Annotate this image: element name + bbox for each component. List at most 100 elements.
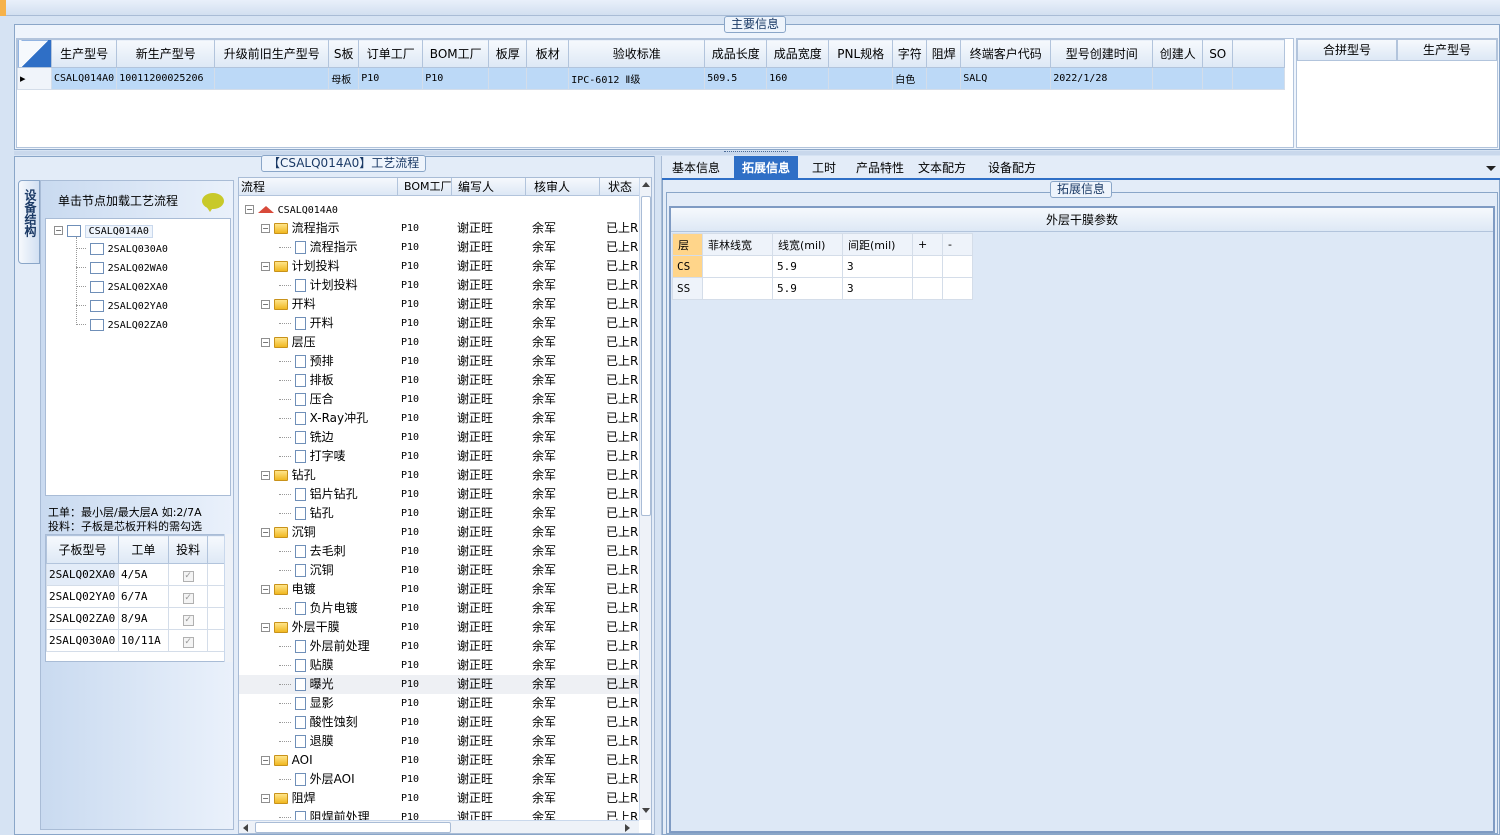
collapse-icon[interactable]: − [261,300,270,309]
material-checkbox[interactable]: ✓ [167,629,209,652]
sub-board-row[interactable]: 2SALQ02ZA0 8/9A ✓ [46,607,232,630]
sub-order-cell[interactable]: 6/7A [117,585,169,608]
main-header-9[interactable]: 成品长度 [704,39,768,68]
main-header-13[interactable]: 阻焊 [926,39,962,68]
flow-row[interactable]: 压合 P10 谢正旺 余军 已上RI [239,390,651,409]
material-checkbox[interactable]: ✓ [167,607,209,630]
row-arrow-icon[interactable]: ▸ [17,67,52,90]
checkbox-icon[interactable]: ✓ [182,636,194,648]
minus-cell[interactable] [942,277,973,300]
sub-order-cell[interactable]: 8/9A [117,607,169,630]
collapse-icon[interactable]: − [261,262,270,271]
scroll-thumb[interactable] [641,196,651,516]
main-header-11[interactable]: PNL规格 [828,39,894,68]
collapse-icon[interactable]: − [261,528,270,537]
merge-model-header[interactable]: 合拼型号 [1297,39,1397,61]
main-cell-1[interactable]: 10011200025206 [116,67,216,90]
sub-model-cell[interactable]: 2SALQ02YA0 [46,585,119,608]
bom-factory-col-header[interactable]: BOM工厂 [397,178,453,196]
flow-row[interactable]: − AOI P10 谢正旺 余军 已上RI [239,751,651,770]
param-header-4[interactable]: + [912,233,943,256]
splitter-grip-icon[interactable] [724,151,788,155]
scroll-left-arrow-icon[interactable] [243,824,248,832]
flow-row[interactable]: − 阻焊 P10 谢正旺 余军 已上RI [239,789,651,808]
main-header-17[interactable]: SO [1202,39,1234,68]
flow-row[interactable]: 沉铜 P10 谢正旺 余军 已上RI [239,561,651,580]
flow-row[interactable]: − 沉铜 P10 谢正旺 余军 已上RI [239,523,651,542]
flow-row[interactable]: − 钻孔 P10 谢正旺 余军 已上RI [239,466,651,485]
checkbox-icon[interactable]: ✓ [182,592,194,604]
flow-row[interactable]: 贴膜 P10 谢正旺 余军 已上RI [239,656,651,675]
collapse-icon[interactable]: − [261,338,270,347]
main-header-5[interactable]: BOM工厂 [422,39,490,68]
main-cell-12[interactable]: 白色 [892,67,928,90]
main-header-6[interactable]: 板厚 [488,39,528,68]
film-width-cell[interactable] [702,277,773,300]
device-tree-item[interactable]: 2SALQ030A0 [76,241,168,255]
sub-model-cell[interactable]: 2SALQ02ZA0 [46,607,119,630]
sub-board-scrollbar[interactable] [224,534,233,662]
collapse-icon[interactable]: − [261,623,270,632]
scroll-up-arrow-icon[interactable] [642,182,650,187]
flow-row[interactable]: 去毛刺 P10 谢正旺 余军 已上RI [239,542,651,561]
flow-row[interactable]: 计划投料 P10 谢正旺 余军 已上RI [239,276,651,295]
main-header-10[interactable]: 成品宽度 [766,39,830,68]
flow-row[interactable]: 铣边 P10 谢正旺 余军 已上RI [239,428,651,447]
flow-hscrollbar[interactable] [239,820,639,833]
main-header-12[interactable]: 字符 [892,39,928,68]
flow-row[interactable]: 外层前处理 P10 谢正旺 余军 已上RI [239,637,651,656]
film-width-cell[interactable] [702,255,773,278]
minus-cell[interactable] [942,255,973,278]
collapse-icon[interactable]: − [261,794,270,803]
flow-col-header[interactable]: 流程 [241,178,265,196]
main-cell-3[interactable]: 母板 [328,67,360,90]
production-model-header[interactable]: 生产型号 [1397,39,1497,61]
main-header-0[interactable]: 生产型号 [50,39,118,68]
line-width-cell[interactable]: 5.9 [772,255,843,278]
flow-row[interactable]: 预排 P10 谢正旺 余军 已上RI [239,352,651,371]
tab-5[interactable]: 设备配方 [980,156,1044,180]
main-cell-9[interactable]: 509.5 [704,67,768,90]
sub-model-cell[interactable]: 2SALQ030A0 [46,629,119,652]
flow-row[interactable]: 外层AOI P10 谢正旺 余军 已上RI [239,770,651,789]
flow-row[interactable]: − 开料 P10 谢正旺 余军 已上RI [239,295,651,314]
param-row[interactable]: CS 5.9 3 [672,255,973,278]
main-cell-0[interactable]: CSALQ014A0 [50,67,118,90]
main-cell-17[interactable] [1202,67,1234,90]
sub-model-cell[interactable]: 2SALQ02XA0 [46,563,119,586]
main-cell-11[interactable] [828,67,894,90]
main-cell-14[interactable]: SALQ [960,67,1052,90]
main-header-4[interactable]: 订单工厂 [358,39,424,68]
flow-tree-root[interactable]: − CSALQ014A0 [245,200,338,219]
param-row[interactable]: SS 5.9 3 [672,277,973,300]
flow-row[interactable]: − 层压 P10 谢正旺 余军 已上RI [239,333,651,352]
main-header-1[interactable]: 新生产型号 [116,39,216,68]
layer-cell[interactable]: SS [672,277,703,300]
main-header-15[interactable]: 型号创建时间 [1050,39,1154,68]
collapse-icon[interactable]: − [54,226,63,235]
checkbox-icon[interactable]: ✓ [182,570,194,582]
main-cell-8[interactable]: IPC-6012 Ⅱ级 [568,67,706,90]
tab-3[interactable]: 产品特性 [848,156,912,180]
flow-row[interactable]: 排板 P10 谢正旺 余军 已上RI [239,371,651,390]
flow-row[interactable]: 开料 P10 谢正旺 余军 已上RI [239,314,651,333]
main-cell-16[interactable] [1152,67,1204,90]
sub-board-row[interactable]: 2SALQ030A0 10/11A ✓ [46,629,232,652]
main-header-8[interactable]: 验收标准 [568,39,706,68]
tab-1[interactable]: 拓展信息 [734,156,799,180]
tab-4[interactable]: 文本配方 [910,156,974,180]
main-cell-15[interactable]: 2022/1/28 [1050,67,1154,90]
tab-0[interactable]: 基本信息 [664,156,728,180]
work-order-header[interactable]: 工单 [117,535,169,564]
main-cell-13[interactable] [926,67,962,90]
sub-order-cell[interactable]: 10/11A [117,629,169,652]
plus-cell[interactable] [912,255,943,278]
main-header-2[interactable]: 升级前旧生产型号 [214,39,330,68]
reviewer-col-header[interactable]: 核审人 [525,178,599,196]
vertical-splitter[interactable] [654,156,662,835]
main-cell-2[interactable] [214,67,330,90]
layer-cell[interactable]: CS [672,255,703,278]
spacing-cell[interactable]: 3 [842,255,913,278]
main-cell-10[interactable]: 160 [766,67,830,90]
main-header-7[interactable]: 板材 [526,39,570,68]
